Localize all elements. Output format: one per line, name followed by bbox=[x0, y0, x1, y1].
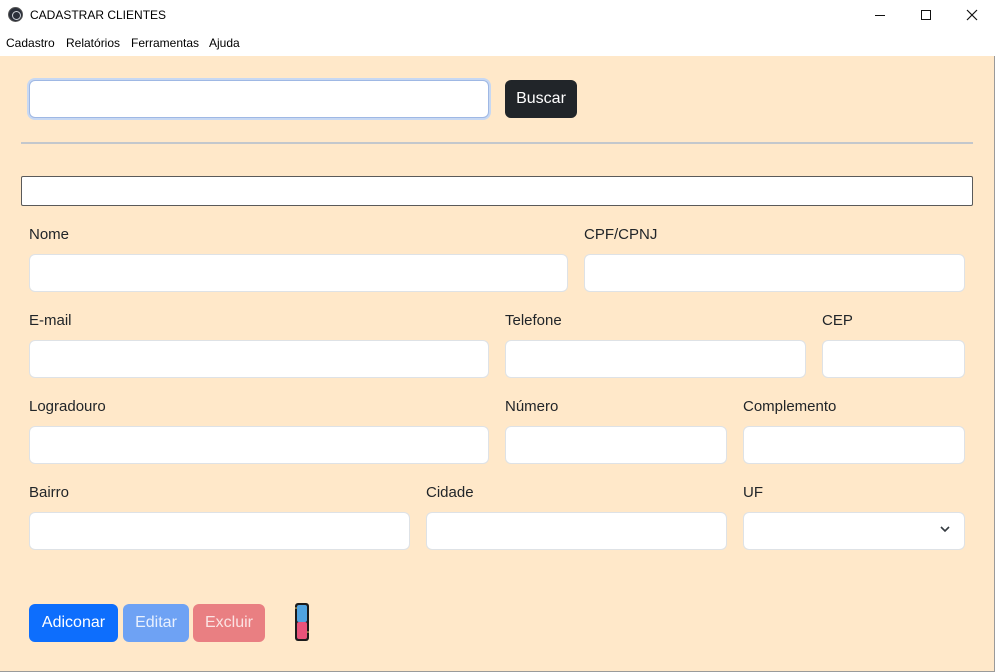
nome-label: Nome bbox=[29, 226, 70, 243]
telefone-label: Telefone bbox=[505, 312, 562, 329]
menu-cadastro[interactable]: Cadastro bbox=[6, 36, 55, 50]
cpf-cnpj-label: CPF/CPNJ bbox=[584, 226, 658, 243]
minimize-icon bbox=[875, 14, 885, 16]
close-button[interactable] bbox=[949, 0, 995, 30]
bairro-label: Bairro bbox=[29, 484, 70, 501]
cidade-field[interactable] bbox=[426, 512, 727, 550]
menu-ferramentas[interactable]: Ferramentas bbox=[131, 36, 199, 50]
email-field[interactable] bbox=[29, 340, 489, 378]
menu-relatorios[interactable]: Relatórios bbox=[66, 36, 120, 50]
telefone-field[interactable] bbox=[505, 340, 806, 378]
eraser-icon[interactable] bbox=[292, 602, 312, 642]
menu-ajuda[interactable]: Ajuda bbox=[209, 36, 240, 50]
main-content: Buscar Nome CPF/CPNJ E-mail Telefone CEP… bbox=[0, 56, 995, 672]
chevron-down-icon bbox=[940, 526, 950, 533]
email-label: E-mail bbox=[29, 312, 72, 329]
edit-button[interactable]: Editar bbox=[123, 604, 189, 642]
cpf-cnpj-field[interactable] bbox=[584, 254, 965, 292]
divider bbox=[21, 142, 973, 144]
numero-label: Número bbox=[505, 398, 559, 415]
minimize-button[interactable] bbox=[857, 0, 903, 30]
numero-field[interactable] bbox=[505, 426, 727, 464]
add-button[interactable]: Adiconar bbox=[29, 604, 118, 642]
close-icon bbox=[966, 9, 978, 21]
bairro-field[interactable] bbox=[29, 512, 410, 550]
uf-label: UF bbox=[743, 484, 763, 501]
uf-select[interactable] bbox=[743, 512, 965, 550]
delete-button[interactable]: Excluir bbox=[193, 604, 265, 642]
logradouro-label: Logradouro bbox=[29, 398, 106, 415]
search-input[interactable] bbox=[29, 80, 489, 118]
title-bar: CADASTRAR CLIENTES bbox=[0, 0, 995, 30]
cidade-label: Cidade bbox=[426, 484, 474, 501]
app-icon bbox=[8, 7, 23, 22]
search-button[interactable]: Buscar bbox=[505, 80, 577, 118]
logradouro-field[interactable] bbox=[29, 426, 489, 464]
complemento-label: Complemento bbox=[743, 398, 837, 415]
cep-label: CEP bbox=[822, 312, 853, 329]
maximize-icon bbox=[921, 10, 931, 20]
cep-field[interactable] bbox=[822, 340, 965, 378]
maximize-button[interactable] bbox=[903, 0, 949, 30]
window-title: CADASTRAR CLIENTES bbox=[30, 8, 167, 22]
record-id-field[interactable] bbox=[21, 176, 973, 206]
nome-field[interactable] bbox=[29, 254, 568, 292]
menu-bar: Cadastro Relatórios Ferramentas Ajuda bbox=[0, 31, 995, 56]
complemento-field[interactable] bbox=[743, 426, 965, 464]
